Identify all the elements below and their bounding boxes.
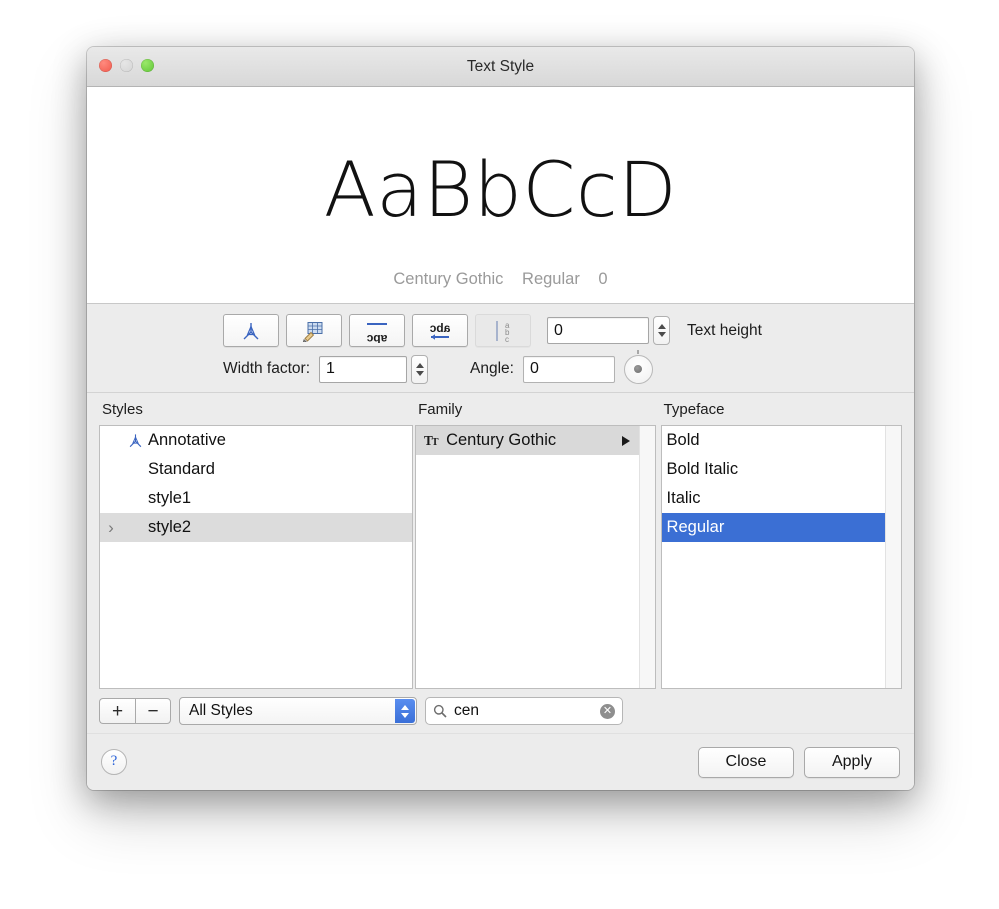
search-field[interactable]: cen ✕ [425,697,623,725]
text-style-dialog: Text Style AaBbCcD Century Gothic Regula… [87,47,914,790]
angle-input[interactable]: 0 [522,355,615,383]
match-orientation-button[interactable] [286,314,342,347]
text-height-stepper[interactable] [653,316,670,345]
list-item[interactable]: Standard [100,455,412,484]
list-item[interactable]: Annotative [100,426,412,455]
list-item[interactable]: Bold Italic [662,455,885,484]
upside-down-text-icon: abc [366,322,387,343]
window-titlebar: Text Style [87,47,914,87]
add-remove-segmented-control: + − [99,698,171,724]
styles-listbox[interactable]: Annotative Standard style1 › style2 [99,425,414,689]
width-angle-row: Width factor: 1 Angle: 0 [87,349,914,386]
angle-dial-tick-icon [637,349,640,354]
svg-text:T: T [431,437,438,448]
annotative-icon [122,432,148,449]
search-input[interactable]: cen [454,702,600,720]
angle-control: 0 [522,349,653,384]
stepper-down-icon [415,370,424,376]
dialog-footer: ? Close Apply [87,733,914,790]
window-title: Text Style [466,58,535,75]
backwards-text-icon: abc [429,321,450,340]
list-item-label: Regular [666,518,725,536]
chevron-right-icon[interactable]: › [100,519,122,536]
svg-text:abc: abc [366,332,387,343]
truetype-icon: T T [420,432,446,449]
width-factor-label: Width factor: [223,360,310,377]
font-preview-area: AaBbCcD Century Gothic Regular 0 [87,87,914,304]
list-item[interactable]: style1 [100,484,412,513]
backwards-button[interactable]: abc [412,314,468,347]
family-panel-header: Family [418,401,463,418]
upside-down-button[interactable]: abc [349,314,405,347]
preview-caption: Century Gothic Regular 0 [87,270,914,289]
style-filter-value: All Styles [189,702,253,719]
styles-toolbar: + − All Styles cen ✕ [87,689,914,733]
typeface-listbox[interactable]: Bold Bold Italic Italic Regular [660,425,902,689]
list-item-label: Italic [666,489,701,507]
family-listbox[interactable]: T T Century Gothic [415,425,656,689]
preview-font-family: Century Gothic [393,270,504,288]
list-item[interactable]: Italic [662,484,885,513]
annotative-button[interactable] [223,314,279,347]
search-icon [433,704,447,718]
width-factor-input[interactable]: 1 [319,355,407,383]
list-item-selected[interactable]: › style2 [100,513,413,542]
style-options-toolbar: abc abc a b c 0 Text height [87,314,914,347]
text-height-input[interactable]: 0 [547,317,649,344]
family-scrollbar[interactable] [638,426,655,688]
chevron-right-icon[interactable] [613,435,639,446]
vertical-text-icon: a b c [496,320,510,344]
list-item[interactable]: Bold [662,426,885,455]
chevron-updown-icon [395,699,415,723]
angle-label: Angle: [470,360,514,377]
list-item-label: Annotative [148,431,226,449]
settings-strip: abc abc a b c 0 Text height Width factor… [87,304,914,393]
styles-panel-header: Styles [102,401,143,418]
lists-area: Styles Annotative Standard style1 › styl… [87,393,914,689]
text-height-control: 0 [547,316,670,345]
stepper-up-icon [657,324,666,329]
help-button[interactable]: ? [101,749,127,775]
list-item-label: style1 [148,489,192,507]
preview-sample-text: AaBbCcD [323,145,678,234]
width-factor-control: 1 [319,354,428,384]
angle-dial[interactable] [623,349,653,384]
width-factor-stepper[interactable] [411,354,428,384]
family-panel: Family T T Century Gothic [415,401,656,689]
list-item-selected[interactable]: Regular [661,513,885,542]
list-item-label: style2 [148,518,192,536]
preview-font-style: Regular [522,270,580,288]
svg-text:abc: abc [429,321,450,335]
remove-style-button[interactable]: − [135,698,171,724]
style-filter-popup[interactable]: All Styles [179,697,417,725]
list-item-selected[interactable]: T T Century Gothic [416,426,639,455]
list-item-label: Standard [148,460,215,478]
list-item-label: Bold [666,431,700,449]
list-item-label: Bold Italic [666,460,739,478]
typeface-panel-header: Typeface [663,401,725,418]
svg-text:c: c [505,335,509,344]
list-item-label: Century Gothic [446,431,557,449]
typeface-panel: Typeface Bold Bold Italic Italic Regular [660,401,902,689]
clear-search-icon[interactable]: ✕ [600,703,615,719]
close-dialog-button[interactable]: Close [698,746,794,778]
preview-font-size: 0 [598,270,608,288]
apply-button[interactable]: Apply [804,746,900,778]
stepper-down-icon [657,332,666,337]
match-text-orientation-icon [302,321,323,342]
vertical-button[interactable]: a b c [475,314,531,347]
add-style-button[interactable]: + [99,698,135,724]
text-height-label: Text height [687,321,762,339]
typeface-scrollbar[interactable] [885,426,901,688]
styles-panel: Styles Annotative Standard style1 › styl… [99,401,414,689]
stepper-up-icon [415,362,424,368]
annotative-icon [243,322,259,339]
